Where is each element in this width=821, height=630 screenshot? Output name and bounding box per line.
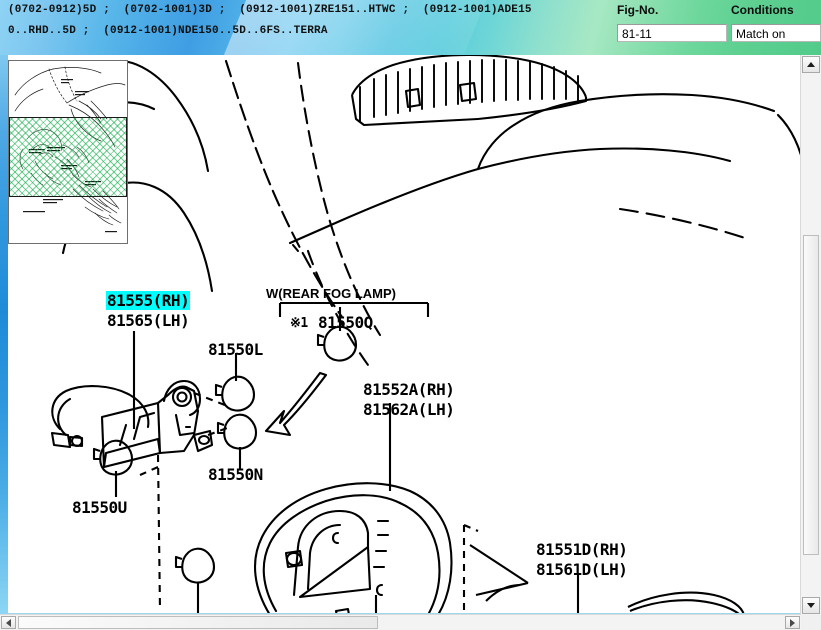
part-label-81550q[interactable]: 81550Q (318, 313, 373, 332)
scroll-left-button[interactable] (1, 616, 16, 629)
part-label-81561d-lh[interactable]: 81561D(LH) (536, 560, 628, 579)
conditions-input[interactable]: Match on (731, 24, 821, 42)
fig-no-input[interactable]: 81-11 (617, 24, 727, 42)
caret-down-icon (807, 603, 815, 608)
caret-up-icon (807, 62, 815, 67)
scroll-down-button[interactable] (802, 597, 820, 614)
parts-catalog-viewer: (0702-0912)5D ; (0702-1001)3D ; (0912-10… (0, 0, 821, 630)
left-edge-strip (0, 55, 8, 615)
part-label-81552a-rh[interactable]: 81552A(RH) (363, 380, 455, 399)
part-label-81565-lh[interactable]: 81565(LH) (107, 311, 190, 330)
asterisk-mark-1: ※1 (290, 316, 308, 331)
scroll-up-button[interactable] (802, 56, 820, 73)
part-label-81551d-rh[interactable]: 81551D(RH) (536, 540, 628, 559)
header-bar: (0702-0912)5D ; (0702-1001)3D ; (0912-10… (0, 0, 821, 55)
part-label-81550n[interactable]: 81550N (208, 465, 263, 484)
scrollbar-corner (801, 615, 821, 630)
condition-text-line-1: (0702-0912)5D ; (0702-1001)3D ; (0912-10… (8, 4, 532, 16)
condition-text-line-2: 0..RHD..5D ; (0912-1001)NDE150..5D..6FS.… (8, 25, 328, 37)
horizontal-scrollbar[interactable] (0, 614, 801, 630)
caret-right-icon (790, 618, 795, 627)
vertical-scrollbar-thumb[interactable] (803, 235, 819, 555)
caret-left-icon (6, 618, 11, 627)
scroll-right-button[interactable] (785, 616, 800, 629)
thumbnail-viewport-selection[interactable] (9, 117, 127, 197)
diagram-canvas[interactable]: 81555(RH) 81565(LH) W(REAR FOG LAMP) ※1 … (8, 55, 801, 615)
rear-fog-lamp-note: W(REAR FOG LAMP) (266, 286, 396, 301)
part-label-81555-rh[interactable]: 81555(RH) (106, 291, 191, 310)
part-label-81550l[interactable]: 81550L (208, 340, 263, 359)
thumbnail-navigator[interactable] (8, 60, 128, 244)
conditions-label: Conditions (731, 3, 794, 17)
part-label-81562a-lh[interactable]: 81562A(LH) (363, 400, 455, 419)
fig-no-label: Fig-No. (617, 3, 659, 17)
part-label-81550u[interactable]: 81550U (72, 498, 127, 517)
vertical-scrollbar[interactable] (800, 55, 821, 615)
horizontal-scrollbar-thumb[interactable] (18, 616, 378, 629)
